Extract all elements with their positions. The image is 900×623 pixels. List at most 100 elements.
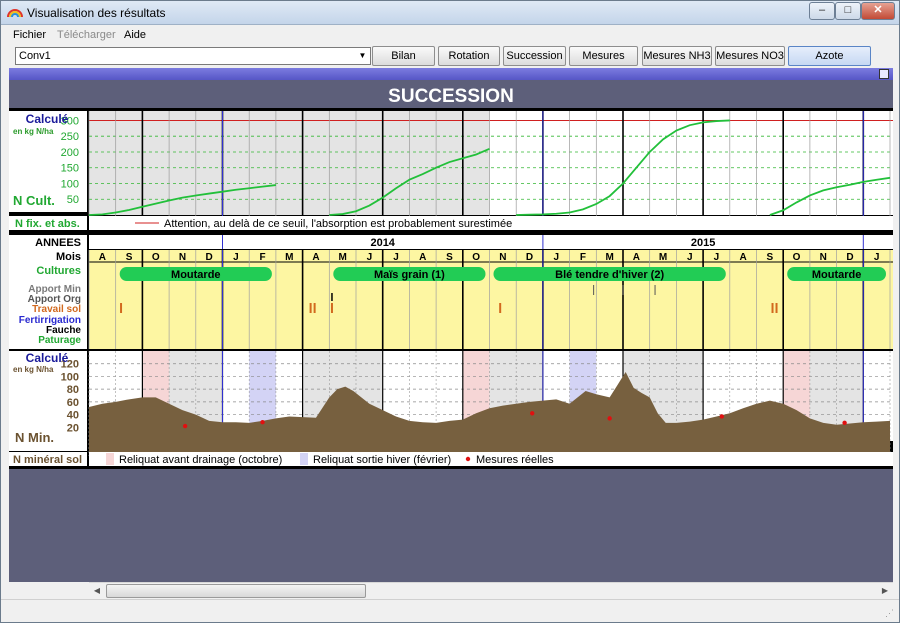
bottom-ylabel: N Min. xyxy=(15,430,54,445)
horizontal-scrollbar[interactable]: ◀ ▶ xyxy=(89,582,893,598)
month-label: J xyxy=(393,252,399,263)
scenario-select[interactable]: Conv1 ▼ xyxy=(15,47,371,65)
month-label: A xyxy=(740,252,747,263)
month-label: S xyxy=(446,252,453,263)
threshold-legend-text: Attention, au delà de ce seuil, l'absorp… xyxy=(164,218,512,230)
calendar-row-label: ANNEES xyxy=(35,237,81,249)
window-title: Visualisation des résultats xyxy=(27,6,166,20)
legend-text-mesures: Mesures réelles xyxy=(476,454,554,466)
toolbar: Conv1 ▼ Bilan Rotation Succession Mesure… xyxy=(1,45,899,80)
month-label: A xyxy=(99,252,106,263)
month-label: J xyxy=(233,252,239,263)
month-label: N xyxy=(179,252,186,263)
top-y-tick-label: 150 xyxy=(61,163,79,175)
month-label: O xyxy=(152,252,160,263)
menu-bar: Fichier Télécharger Aide xyxy=(1,25,899,45)
bottom-y-tick-label: 20 xyxy=(67,422,79,434)
month-label: F xyxy=(259,252,265,263)
crop-label-3: Moutarde xyxy=(812,269,862,281)
tab-rotation[interactable]: Rotation xyxy=(438,46,500,66)
month-label: D xyxy=(846,252,853,263)
resize-grip-icon[interactable]: ⋰ xyxy=(885,608,897,620)
month-label: J xyxy=(714,252,720,263)
menu-fichier[interactable]: Fichier xyxy=(13,29,46,41)
top-y-tick-label: 200 xyxy=(61,147,79,159)
years-row-bg xyxy=(89,235,893,249)
month-label: J xyxy=(553,252,559,263)
month-label: F xyxy=(580,252,586,263)
bottom-y-tick-label: 60 xyxy=(67,397,79,409)
top-label-unit: en kg N/ha xyxy=(13,127,54,136)
succession-chart: SUCCESSION 30025020015010050Calculéen kg… xyxy=(9,80,893,469)
scroll-right-icon[interactable]: ▶ xyxy=(877,584,893,598)
month-label: A xyxy=(312,252,319,263)
top-legend-label: N fix. et abs. xyxy=(15,218,80,230)
crop-label-1: Maïs grain (1) xyxy=(374,269,445,281)
month-label: J xyxy=(874,252,880,263)
scroll-thumb[interactable] xyxy=(106,584,366,598)
legend-swatch-fevrier xyxy=(300,453,308,465)
restore-panel-button[interactable] xyxy=(879,69,889,79)
crop-label-2: Blé tendre d'hiver (2) xyxy=(555,269,664,281)
mesure-reelle-point xyxy=(719,414,724,419)
title-bar[interactable]: Visualisation des résultats – □ ✕ xyxy=(1,1,899,25)
tab-succession[interactable]: Succession xyxy=(503,46,566,66)
month-label: J xyxy=(687,252,693,263)
bottom-label-calcule: Calculé xyxy=(26,351,69,365)
month-label: A xyxy=(419,252,426,263)
month-label: O xyxy=(472,252,480,263)
month-label: N xyxy=(820,252,827,263)
year-label-2014: 2014 xyxy=(370,237,395,249)
legend-swatch-mesures xyxy=(465,456,471,462)
tab-mesures-no3[interactable]: Mesures NO3 xyxy=(715,46,785,66)
mesure-reelle-point xyxy=(530,411,535,416)
bottom-label-unit: en kg N/ha xyxy=(13,365,54,374)
top-y-tick-label: 100 xyxy=(61,178,79,190)
crop-label-0: Moutarde xyxy=(171,269,221,281)
legend-text-fevrier: Reliquat sortie hiver (février) xyxy=(313,454,451,466)
mesure-reelle-point xyxy=(842,420,847,426)
top-y-tick-label: 50 xyxy=(67,194,79,206)
tab-azote-plante-sol[interactable]: Azote Plante/Sol xyxy=(788,46,871,80)
top-label-calcule: Calculé xyxy=(26,112,69,126)
mesure-reelle-point xyxy=(260,420,265,425)
bottom-y-tick-label: 100 xyxy=(61,371,79,383)
tab-mesures-nh3[interactable]: Mesures NH3 xyxy=(642,46,712,66)
calendar-row-label: Mois xyxy=(56,251,81,263)
menu-aide[interactable]: Aide xyxy=(124,29,146,41)
scenario-select-value: Conv1 xyxy=(19,50,51,62)
year-label-2015: 2015 xyxy=(691,237,715,249)
month-label: D xyxy=(526,252,533,263)
close-button[interactable]: ✕ xyxy=(861,2,895,20)
tab-mesures-n2o[interactable]: Mesures N2O xyxy=(569,46,638,80)
month-label: N xyxy=(499,252,506,263)
month-label: S xyxy=(126,252,133,263)
calendar-row-label: Paturage xyxy=(38,335,81,346)
chart-area: SUCCESSION 300 250 200 150 100 50 Calculé en kg… xyxy=(9,80,893,582)
scroll-left-icon[interactable]: ◀ xyxy=(89,584,105,598)
month-label: O xyxy=(793,252,801,263)
view-title: SUCCESSION xyxy=(388,86,514,107)
month-label: A xyxy=(633,252,640,263)
month-label: S xyxy=(767,252,774,263)
calendar-row-label: Cultures xyxy=(36,265,81,277)
chevron-down-icon[interactable]: ▼ xyxy=(355,48,370,64)
calendar-bg xyxy=(89,250,893,349)
tab-bilan[interactable]: Bilan xyxy=(372,46,435,66)
status-bar: ⋰ xyxy=(1,599,899,622)
minimize-button[interactable]: – xyxy=(809,2,835,20)
menu-telecharger[interactable]: Télécharger xyxy=(57,29,116,41)
month-label: D xyxy=(206,252,213,263)
maximize-button[interactable]: □ xyxy=(835,2,861,20)
month-label: M xyxy=(338,252,346,263)
month-label: M xyxy=(659,252,667,263)
app-icon xyxy=(7,9,23,18)
month-label: M xyxy=(605,252,613,263)
bottom-y-tick-label: 40 xyxy=(67,410,79,422)
legend-text-octobre: Reliquat avant drainage (octobre) xyxy=(119,454,282,466)
mesure-reelle-point xyxy=(182,423,188,429)
month-label: J xyxy=(367,252,373,263)
top-ylabel: N Cult. xyxy=(13,193,55,208)
month-label: M xyxy=(285,252,293,263)
mesure-reelle-point xyxy=(607,416,612,421)
